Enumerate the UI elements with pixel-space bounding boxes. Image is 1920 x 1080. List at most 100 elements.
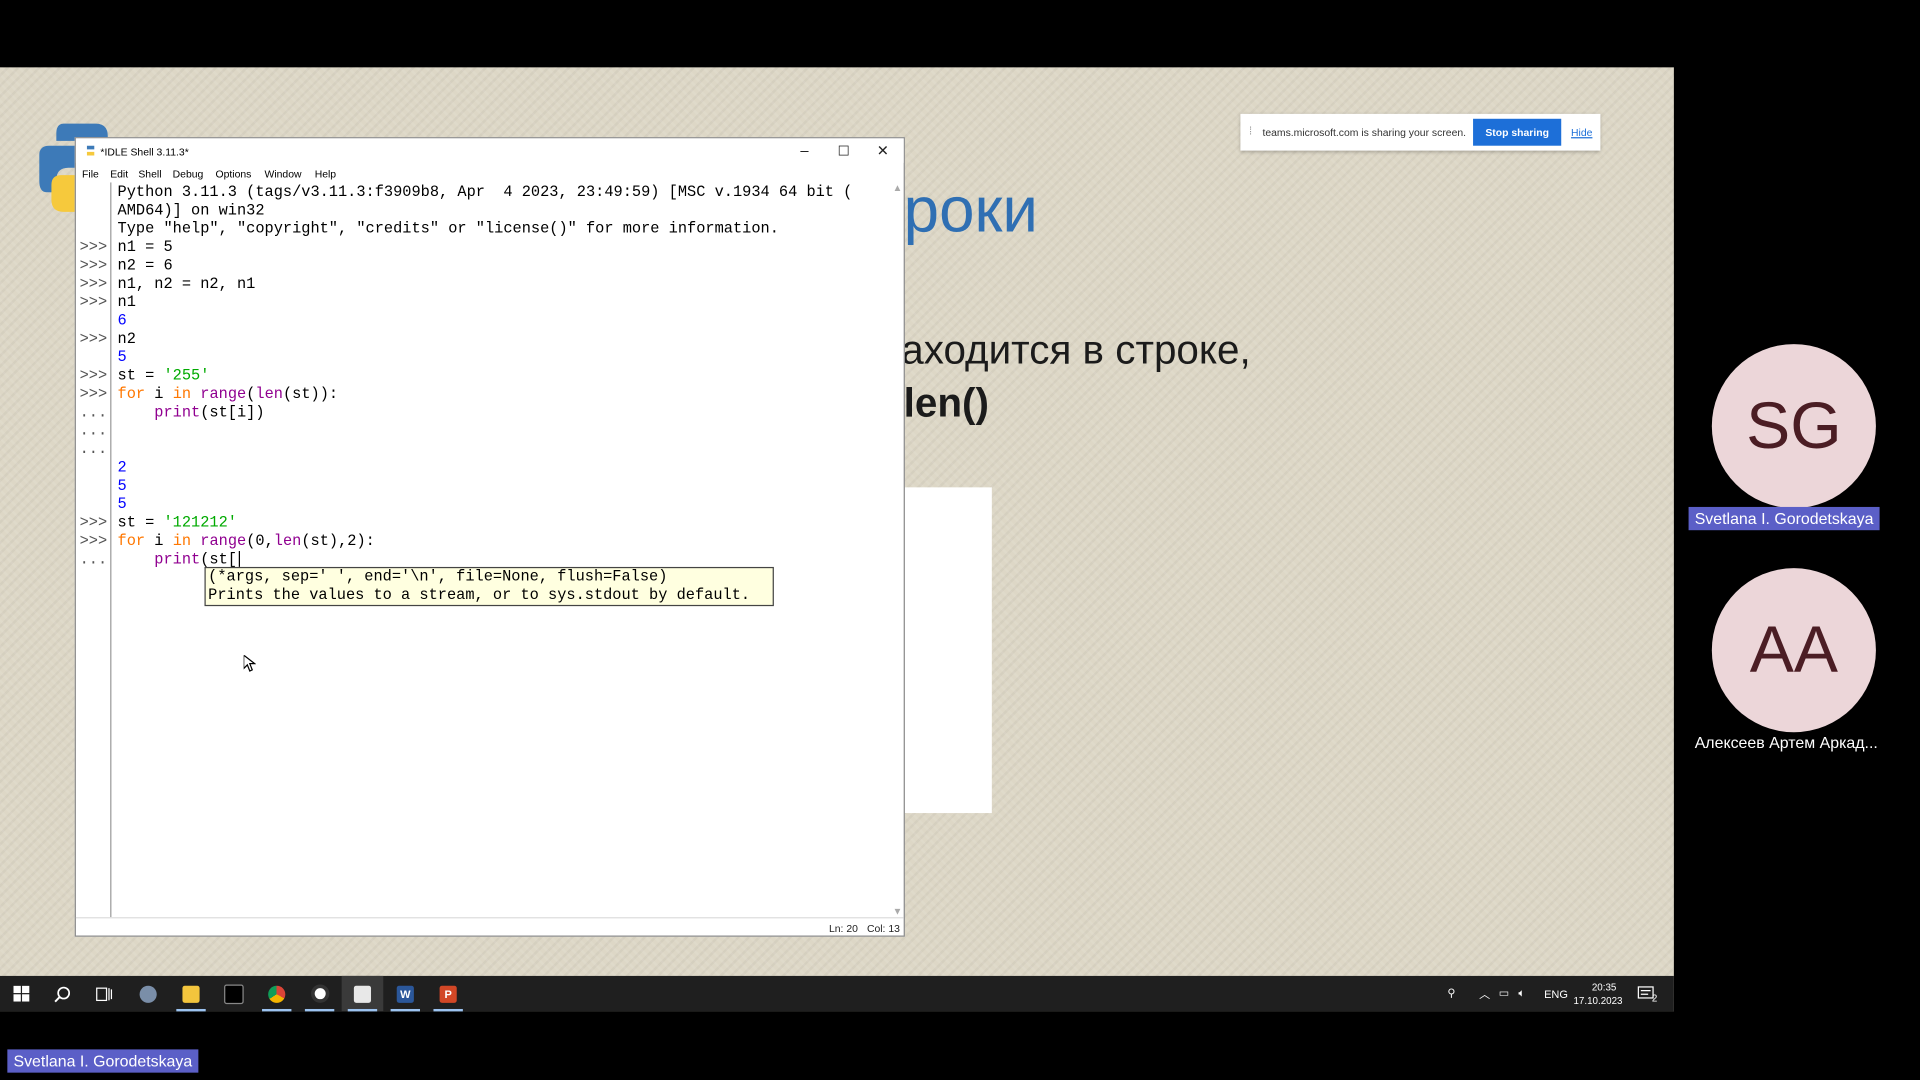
prompt: >>> [79,532,108,550]
file-explorer-icon[interactable] [170,976,212,1012]
notifications-icon[interactable]: 2 [1637,976,1657,1012]
code-token: (0, [246,532,274,550]
prompt: >>> [79,514,108,532]
builtin: range [200,385,247,403]
participant-avatar[interactable]: AA [1711,568,1876,733]
output-line: 6 [117,312,127,330]
builtin: range [200,532,247,550]
clock-date: 17.10.2023 [1573,994,1623,1006]
terminal-icon[interactable] [213,976,255,1012]
prompt: ... [79,551,108,569]
scroll-down-icon[interactable]: ▼ [893,906,903,917]
builtin: print [154,551,201,569]
mouse-pointer-icon [243,655,256,672]
sharing-message: teams.microsoft.com is sharing your scre… [1262,126,1467,139]
participant-name: Svetlana I. Gorodetskaya [1688,506,1880,531]
idle-app-icon [84,144,97,157]
code-line: n2 [117,330,136,348]
builtin: print [154,404,201,422]
window-titlebar[interactable]: *IDLE Shell 3.11.3* – ☐ ✕ [75,138,904,163]
menu-file[interactable]: File [82,168,99,180]
screen-sharing-banner: ⁞ teams.microsoft.com is sharing your sc… [1240,113,1601,151]
show-hidden-icons-icon[interactable]: ︿ [1479,976,1490,1012]
start-button[interactable] [0,976,42,1012]
word-icon[interactable]: W [384,976,426,1012]
clock-time: 20:35 [1591,981,1617,993]
column-number: Col: 13 [866,922,900,935]
windows-logo-icon [12,985,29,1002]
powerpoint-icon[interactable]: P [427,976,469,1012]
code-line: print(st[i]) [118,404,264,422]
meeting-stage: роки аходится в строке, len() ⁞ teams.mi… [0,0,1920,1080]
line-number: Ln: 20 [828,922,858,935]
code-token: st = [117,367,164,385]
slide-text-line: аходится в строке, [901,326,1251,373]
people-icon[interactable]: ⚲ [1447,976,1455,1012]
code-token: ( [246,385,256,403]
search-icon[interactable] [42,976,84,1012]
code-line: n1 = 5 [117,238,173,256]
minimize-button[interactable]: – [785,138,824,162]
prompt: >>> [79,275,108,293]
code-token: (st),2): [301,532,375,550]
task-view-icon[interactable] [83,976,125,1012]
windows-taskbar: W P ⚲ ︿ ▭ 🔈︎ ENG 20:35 17.10.2023 2 [0,975,1674,1012]
banner-line: Type "help", "copyright", "credits" or "… [117,220,779,238]
idle-shell-window: *IDLE Shell 3.11.3* – ☐ ✕ File Edit Shel… [74,137,905,937]
slide-title: роки [903,175,1038,247]
menu-options[interactable]: Options [216,168,252,180]
calltip-signature: (*args, sep=' ', end='\n', file=None, fl… [208,568,668,586]
participant-avatar[interactable]: SG [1711,344,1876,509]
banner-line: Python 3.11.3 (tags/v3.11.3:f3909b8, Apr… [117,183,853,201]
code-token: i [145,385,173,403]
idle-taskbar-icon[interactable] [341,975,384,1012]
status-bar: Ln: 20 Col: 13 [75,917,904,935]
menu-help[interactable]: Help [315,168,336,180]
prompt: >>> [79,293,108,312]
notification-count: 2 [1651,993,1658,1005]
output-line: 5 [117,495,127,514]
vertical-scrollbar[interactable]: ▲ ▼ [891,182,903,917]
menu-window[interactable]: Window [264,168,301,180]
code-line: n2 = 6 [117,257,173,275]
prompt: >>> [79,257,108,275]
menu-edit[interactable]: Edit [110,168,128,180]
close-button[interactable]: ✕ [863,138,902,162]
drag-handle-icon[interactable]: ⁞ [1249,125,1252,137]
output-line: 5 [117,477,127,495]
prompt: ... [79,422,108,440]
chrome-icon[interactable] [256,976,298,1012]
menu-bar: File Edit Shell Debug Options Window Hel… [76,164,904,181]
keyword: in [172,532,192,550]
prompt: >>> [79,367,108,385]
menu-shell[interactable]: Shell [138,168,161,180]
menu-debug[interactable]: Debug [173,168,204,180]
prompt: ... [79,404,108,422]
keyword: in [172,385,192,403]
language-indicator[interactable]: ENG [1544,976,1568,1012]
code-token: (st[ [200,551,237,569]
text-caret [238,551,240,568]
keyword: for [117,385,146,403]
maximize-button[interactable]: ☐ [824,138,863,162]
volume-icon[interactable]: 🔈︎ [1518,976,1525,1012]
shared-screen: роки аходится в строке, len() ⁞ teams.mi… [0,67,1674,1012]
prompt: ... [79,440,108,458]
hide-banner-link[interactable]: Hide [1571,126,1592,138]
clock[interactable]: 20:35 17.10.2023 [1573,976,1622,1012]
string-literal: '121212' [163,514,237,532]
code-token: st = [117,514,164,532]
network-icon[interactable]: ▭ [1499,976,1509,1012]
scroll-up-icon[interactable]: ▲ [893,182,903,193]
app-icon-1[interactable] [127,976,169,1012]
code-line: st = '255' [118,367,210,385]
slide-text-bold: len() [903,379,989,425]
stop-sharing-button[interactable]: Stop sharing [1473,118,1562,146]
code-token: (st)): [282,385,339,403]
prompt: >>> [79,385,108,403]
banner-line: AMD64)] on win32 [117,202,265,220]
code-line: n1 [117,293,136,312]
app-icon-2[interactable] [299,976,341,1012]
